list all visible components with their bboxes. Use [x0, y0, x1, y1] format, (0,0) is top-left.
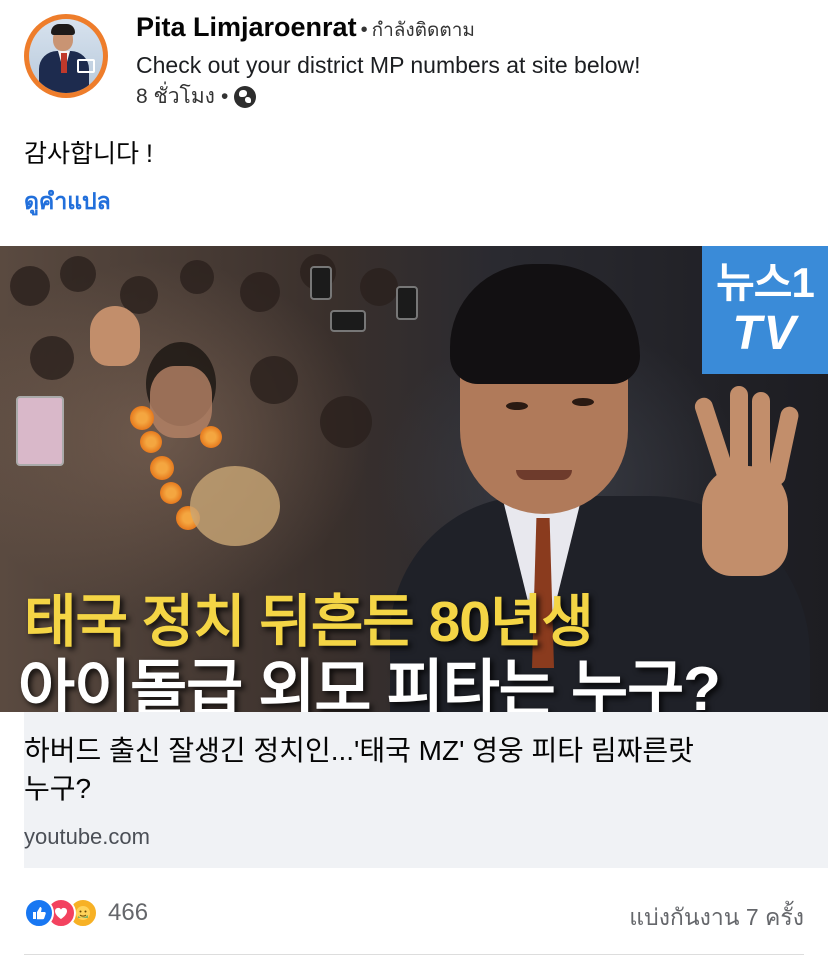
like-icon	[24, 898, 54, 928]
link-title: 하버드 출신 잘생긴 정치인...'태국 MZ' 영웅 피타 림짜른랏 누구?	[24, 735, 694, 804]
link-domain: youtube.com	[24, 824, 150, 849]
post-meta: 8 ชั่วโมง •	[136, 80, 257, 113]
vote-badge-icon	[77, 59, 95, 73]
author-name[interactable]: Pita Limjaroenrat	[136, 12, 357, 42]
post-time[interactable]: 8 ชั่วโมง	[136, 80, 215, 113]
link-preview-card[interactable]: 하버드 출신 잘생긴 정치인...'태국 MZ' 영웅 피타 림짜른랏 누구? …	[24, 712, 828, 868]
video-thumbnail[interactable]: 뉴스1 TV 태국 정치 뒤흔든 80년생 아이돌급 외모 피타는 누구?	[0, 246, 828, 712]
see-translation-link[interactable]: ดูคำแปล	[24, 184, 111, 220]
post-subtitle: Check out your district MP numbers at si…	[136, 52, 641, 78]
share-count[interactable]: แบ่งกันงาน 7 ครั้ง	[629, 900, 804, 936]
thumbnail-headline-2: 아이돌급 외모 피타는 누구?	[18, 655, 721, 712]
reaction-count: 466	[108, 899, 149, 926]
news1-tv-logo: 뉴스1 TV	[702, 246, 828, 374]
reactions-summary[interactable]: 466	[24, 898, 148, 928]
post-header: Pita Limjaroenrat • กำลังติดตาม Check out …	[24, 12, 814, 112]
post-text: 감사합니다 !	[24, 140, 153, 168]
follow-status[interactable]: กำลังติดตาม	[372, 20, 475, 41]
post-footer: 466 แบ่งกันงาน 7 ครั้ง	[24, 894, 804, 934]
divider	[24, 954, 804, 955]
globe-icon[interactable]	[234, 85, 257, 108]
avatar[interactable]	[24, 14, 108, 98]
